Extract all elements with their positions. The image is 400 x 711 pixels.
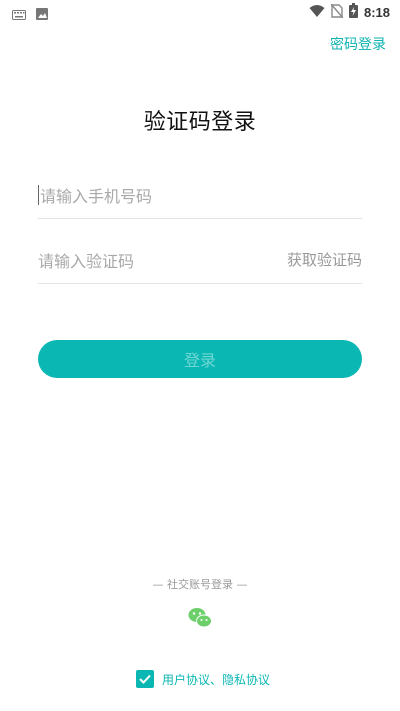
phone-input[interactable] xyxy=(40,176,270,216)
checkmark-icon xyxy=(139,674,151,684)
status-bar: 8:18 xyxy=(0,0,400,24)
phone-field xyxy=(38,170,362,219)
image-icon xyxy=(36,5,48,24)
social-login-label: — 社交账号登录 — xyxy=(152,578,248,591)
battery-charging-icon xyxy=(348,3,358,22)
agreement-checkbox[interactable] xyxy=(136,670,154,688)
status-time: 8:18 xyxy=(363,5,390,20)
status-right: 8:18 xyxy=(309,3,390,22)
agreement-row: 用户协议、隐私协议 xyxy=(136,670,270,688)
wechat-icon[interactable] xyxy=(188,607,212,629)
get-code-button[interactable]: 获取验证码 xyxy=(287,249,362,270)
login-button[interactable]: 登录 xyxy=(38,340,362,378)
code-input[interactable] xyxy=(38,241,268,281)
wifi-icon xyxy=(309,3,325,22)
page-title: 验证码登录 xyxy=(143,110,257,135)
no-sim-icon xyxy=(330,3,344,22)
password-login-link[interactable]: 密码登录 xyxy=(330,34,386,54)
text-caret xyxy=(38,185,39,205)
code-field: 获取验证码 xyxy=(38,235,362,284)
keyboard-icon xyxy=(12,5,26,24)
agreement-link[interactable]: 用户协议、隐私协议 xyxy=(162,671,270,688)
status-left xyxy=(12,5,48,24)
